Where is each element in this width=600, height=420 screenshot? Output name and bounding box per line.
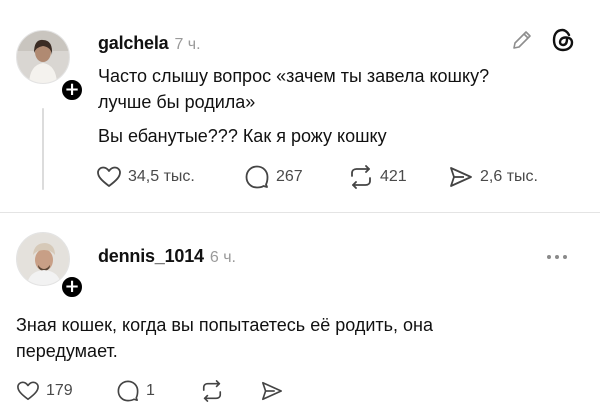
reply-like-count: 179 (46, 382, 73, 399)
reply-reply-button[interactable]: 1 (116, 380, 155, 402)
reply-time: 6 ч. (209, 249, 236, 266)
avatar-photo-galchela (17, 31, 69, 83)
threads-logo[interactable] (550, 27, 576, 58)
follow-button-galchela[interactable]: + (60, 78, 84, 102)
repost-count: 421 (380, 168, 407, 185)
pencil-icon (513, 31, 531, 49)
reply-count: 267 (276, 168, 303, 185)
reply-button[interactable]: 267 (244, 165, 303, 189)
reply-share-button[interactable] (260, 380, 284, 402)
reply-text-line-2: передумает. (16, 341, 118, 361)
share-button[interactable]: 2,6 тыс. (448, 165, 538, 189)
repost-icon (351, 165, 371, 189)
follow-button-dennis[interactable]: + (60, 275, 84, 299)
divider (0, 212, 600, 213)
share-count: 2,6 тыс. (480, 168, 538, 185)
more-dots-icon (547, 255, 551, 259)
reply-repost-button[interactable] (200, 380, 224, 402)
avatar-photo-dennis (17, 233, 69, 285)
post-text-line-1: Часто слышу вопрос «зачем ты завела кошк… (98, 66, 490, 86)
reply-reply-count: 1 (146, 382, 155, 399)
like-button[interactable]: 34,5 тыс. (96, 165, 195, 189)
edit-icon-button[interactable] (510, 28, 534, 57)
like-count: 34,5 тыс. (128, 168, 195, 185)
thread-line (42, 108, 44, 190)
heart-icon (17, 381, 39, 401)
avatar-dennis[interactable] (16, 232, 70, 286)
post-text-line-2: лучше бы родила» (98, 92, 256, 112)
post-time: 7 ч. (174, 36, 201, 53)
reply-text-line-1: Зная кошек, когда вы попытаетесь её роди… (16, 315, 433, 335)
username-galchela[interactable]: galchela (98, 33, 169, 54)
avatar-galchela[interactable] (16, 30, 70, 84)
username-dennis[interactable]: dennis_1014 (98, 246, 204, 267)
more-options-button[interactable] (547, 255, 567, 259)
comment-bubble-icon (117, 380, 139, 402)
comment-bubble-icon (245, 165, 269, 189)
reply-like-button[interactable]: 179 (16, 380, 73, 402)
post-text-line-3: Вы ебанутые??? Как я рожу кошку (98, 126, 387, 146)
repost-icon (202, 380, 222, 402)
heart-icon (97, 166, 121, 187)
threads-logo-icon (552, 28, 574, 52)
send-icon (450, 167, 472, 187)
send-icon (262, 381, 282, 401)
repost-button[interactable]: 421 (348, 165, 407, 189)
